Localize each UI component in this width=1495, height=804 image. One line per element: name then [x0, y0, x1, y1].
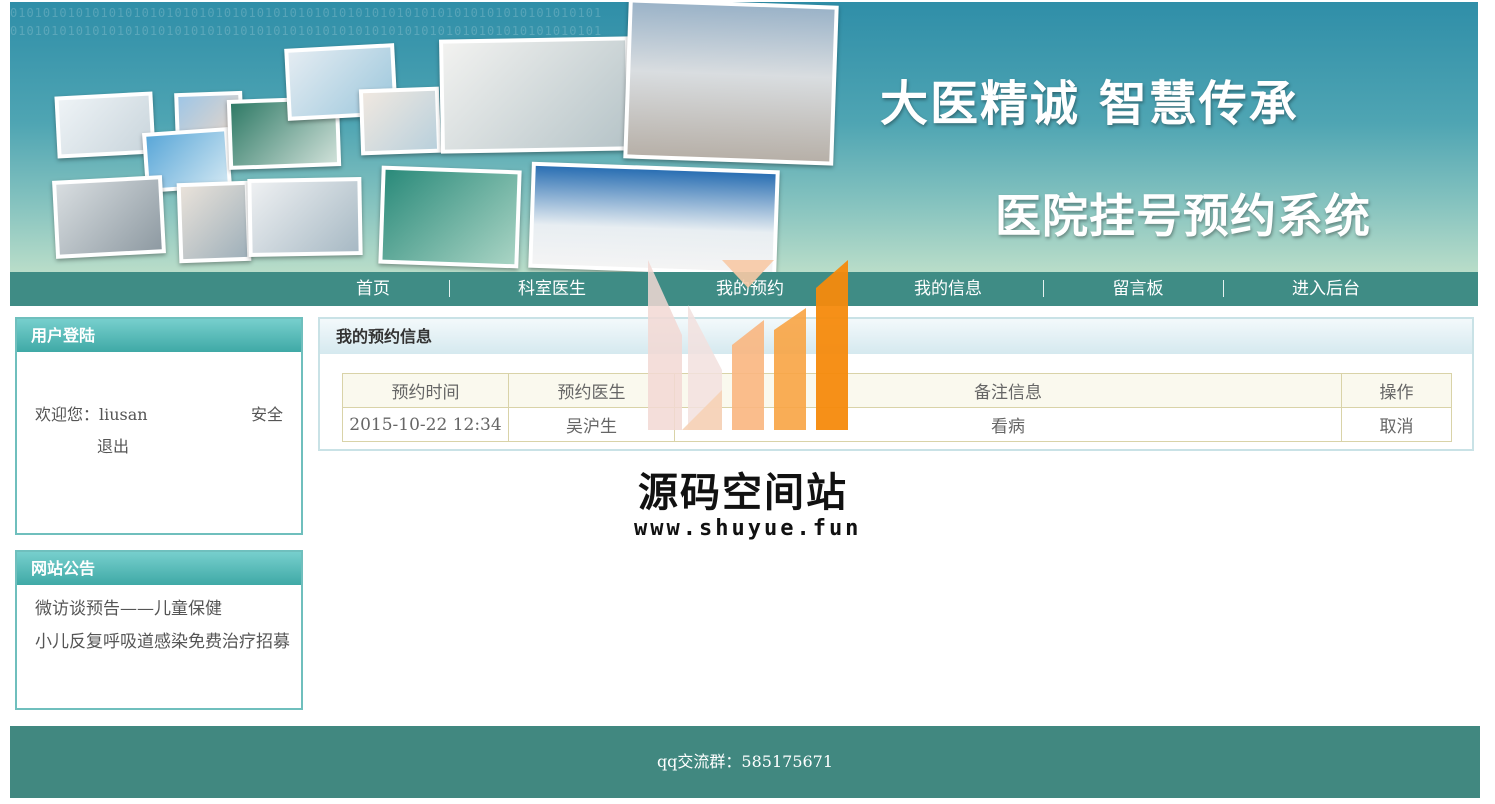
table-row: 2015-10-22 12:34 吴沪生 看病 取消 — [342, 407, 1452, 442]
banner-slogan-line2: 医院挂号预约系统 — [995, 189, 1371, 243]
watermark-name: 源码空间站 — [638, 470, 848, 516]
photo-hospital-building — [623, 2, 839, 166]
nav-item-home[interactable]: 首页 — [313, 272, 433, 306]
binary-pattern-2: 0101010101010101010101010101010101010101… — [10, 24, 603, 38]
notice-box: 网站公告 微访谈预告——儿童保健 小儿反复呼吸道感染免费治疗招募 — [15, 550, 303, 710]
photo-team-smile — [358, 86, 442, 156]
notice-item[interactable]: 微访谈预告——儿童保健 — [35, 593, 290, 626]
notice-item[interactable]: 小儿反复呼吸道感染免费治疗招募 — [35, 626, 290, 659]
nav-item-my-info[interactable]: 我的信息 — [888, 272, 1008, 306]
notice-list: 微访谈预告——儿童保健 小儿反复呼吸道感染免费治疗招募 — [17, 585, 301, 659]
security-link[interactable]: 安全 — [251, 401, 283, 425]
nav-item-admin[interactable]: 进入后台 — [1266, 272, 1386, 306]
nav-item-departments[interactable]: 科室医生 — [492, 272, 612, 306]
welcome-text: 欢迎您：liusan — [35, 405, 148, 424]
binary-pattern: 0101010101010101010101010101010101010101… — [10, 6, 603, 20]
nav-separator — [1043, 280, 1044, 297]
cancel-appointment-link[interactable]: 取消 — [1341, 407, 1452, 442]
nav-item-my-appointments[interactable]: 我的预约 — [690, 272, 810, 306]
logout-link[interactable]: 退出 — [97, 433, 129, 457]
watermark-url: www.shuyue.fun — [634, 516, 862, 541]
photo-doctor-portrait — [176, 180, 252, 264]
footer-text: qq交流群：585175671 — [656, 752, 834, 771]
column-header-doctor: 预约医生 — [508, 373, 675, 408]
column-header-note: 备注信息 — [674, 373, 1342, 408]
appointments-table: 预约时间 预约医生 备注信息 操作 2015-10-22 12:34 吴沪生 看… — [342, 373, 1452, 442]
column-header-time: 预约时间 — [342, 373, 509, 408]
nav-separator — [1223, 280, 1224, 297]
header-banner: 0101010101010101010101010101010101010101… — [10, 2, 1478, 272]
cell-doctor: 吴沪生 — [508, 407, 675, 442]
appointments-title: 我的预约信息 — [320, 319, 1472, 354]
footer: qq交流群：585175671 — [10, 726, 1480, 798]
photo-doctors-group — [247, 177, 363, 257]
photo-equipment — [52, 175, 166, 259]
login-box: 用户登陆 欢迎您：liusan 安全 退出 — [15, 317, 303, 535]
photo-operating-room — [378, 165, 522, 269]
banner-slogan-line1: 大医精诚 智慧传承 — [880, 76, 1299, 132]
photo-staff-lineup — [528, 161, 780, 272]
column-header-action: 操作 — [1341, 373, 1452, 408]
notice-box-title: 网站公告 — [17, 552, 301, 585]
login-box-title: 用户登陆 — [17, 319, 301, 352]
cell-time: 2015-10-22 12:34 — [342, 407, 509, 442]
photo-doctors-white — [439, 36, 631, 154]
main-nav: 首页 科室医生 我的预约 我的信息 留言板 进入后台 — [10, 272, 1478, 306]
photo-chart — [54, 91, 156, 159]
nav-item-message-board[interactable]: 留言板 — [1078, 272, 1198, 306]
appointments-panel: 我的预约信息 预约时间 预约医生 备注信息 操作 2015-10-22 12:3… — [318, 317, 1474, 451]
table-header-row: 预约时间 预约医生 备注信息 操作 — [342, 373, 1452, 408]
nav-separator — [449, 280, 450, 297]
cell-note: 看病 — [674, 407, 1342, 442]
